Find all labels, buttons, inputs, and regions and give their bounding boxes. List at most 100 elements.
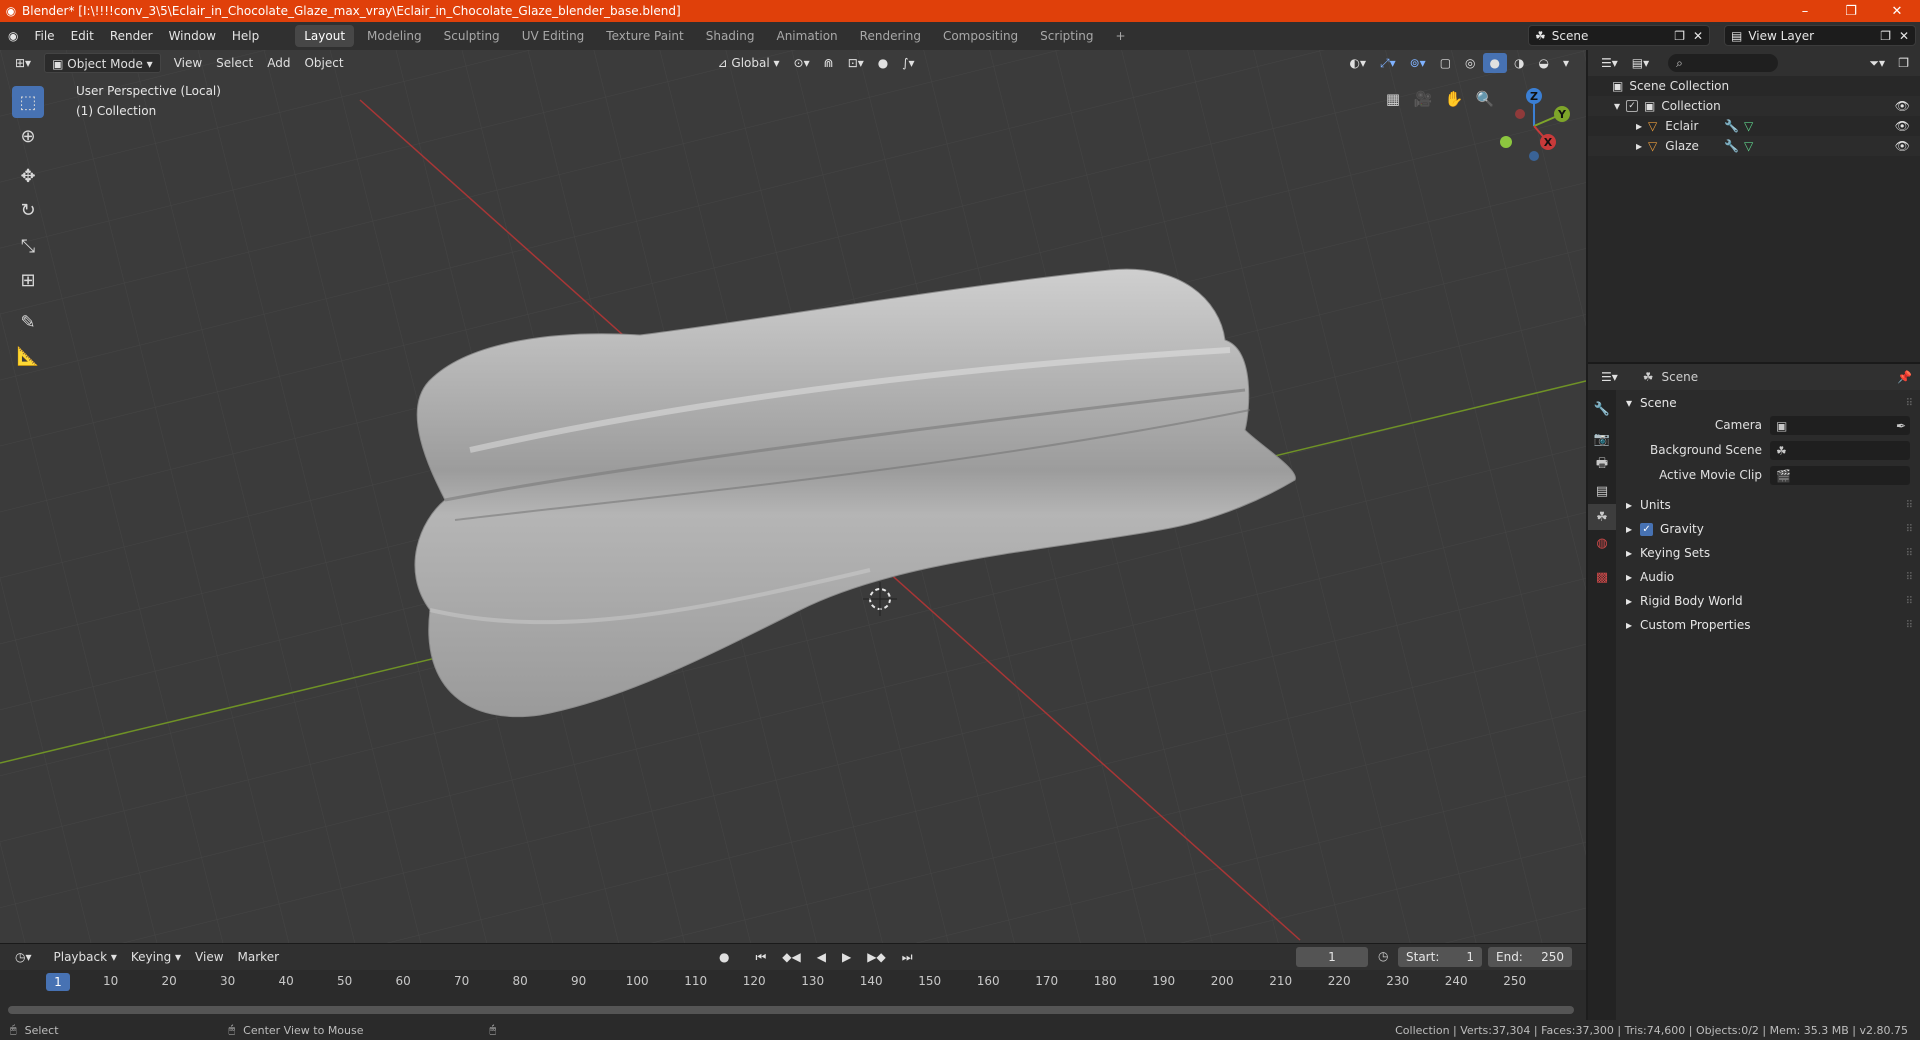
material-shading-icon[interactable]: ◑ [1507, 53, 1531, 73]
filter-icon[interactable]: ⏷▾ [1862, 53, 1892, 73]
glaze-modifier-icon[interactable]: 🔧 [1724, 139, 1739, 153]
blender-menu-icon[interactable]: ◉ [0, 22, 26, 50]
glaze-visibility-icon[interactable]: 👁 [1895, 139, 1910, 153]
display-mode-icon[interactable]: ▤▾ [1625, 53, 1656, 73]
world-tab-icon[interactable]: ◍ [1588, 530, 1616, 556]
3d-viewport[interactable]: ⊞▾ ▣ Object Mode ▾ View Select Add Objec… [0, 50, 1586, 943]
menu-timeline-view[interactable]: View [188, 947, 230, 967]
units-panel-header[interactable]: ▸ Units ⠿ [1616, 494, 1920, 516]
delete-view-layer-icon[interactable]: ✕ [1899, 29, 1909, 43]
background-scene-field[interactable]: ☘ [1770, 441, 1910, 460]
menu-file[interactable]: File [26, 22, 62, 50]
new-view-layer-icon[interactable]: ❐ [1880, 29, 1891, 43]
measure-tool-icon[interactable]: 📐 [12, 340, 44, 372]
outliner-row-scene-collection[interactable]: ▣ Scene Collection [1588, 76, 1920, 96]
transform-tool-icon[interactable]: ⊞ [12, 264, 44, 296]
audio-drag-handle-icon[interactable]: ⠿ [1906, 572, 1914, 583]
scale-tool-icon[interactable]: ⤡ [12, 230, 44, 262]
tool-tab-icon[interactable]: 🔧 [1588, 396, 1616, 422]
timeline-ruler[interactable]: 1 10 20 30 40 50 60 70 80 90 100 110 120 130 140 150 160… [0, 972, 1586, 992]
preview-range-icon[interactable]: ◷ [1378, 949, 1388, 963]
eclair-mesh-icon[interactable]: ▽ [1744, 119, 1753, 133]
menu-object[interactable]: Object [297, 53, 350, 73]
menu-view[interactable]: View [167, 53, 209, 73]
jump-keyframe-forward-icon[interactable]: ▶◆ [860, 947, 892, 967]
menu-window[interactable]: Window [161, 22, 224, 50]
eyedropper-icon[interactable]: ✒ [1896, 419, 1906, 433]
jump-end-icon[interactable]: ⏭ [895, 947, 920, 967]
scene-selector[interactable]: ☘ Scene ❐ ✕ [1528, 25, 1710, 46]
snap-icon[interactable]: ⋒ [817, 53, 841, 73]
tab-shading[interactable]: Shading [697, 25, 764, 47]
record-icon[interactable]: ● [712, 947, 736, 967]
play-reverse-icon[interactable]: ◀ [810, 947, 833, 967]
audio-panel-header[interactable]: ▸ Audio ⠿ [1616, 566, 1920, 588]
menu-select[interactable]: Select [209, 53, 260, 73]
shading-options-icon[interactable]: ▾ [1556, 53, 1576, 73]
outliner-row-collection[interactable]: ▾ ✓ ▣ Collection 👁 [1588, 96, 1920, 116]
tab-layout[interactable]: Layout [295, 25, 355, 47]
new-scene-icon[interactable]: ❐ [1674, 29, 1685, 43]
navigation-gizmo[interactable]: Z Y X [1494, 84, 1574, 164]
keying-sets-drag-handle-icon[interactable]: ⠿ [1906, 548, 1914, 559]
select-box-tool-icon[interactable]: ⬚ [12, 86, 44, 118]
outliner-row-eclair[interactable]: ▸ ▽ Eclair 🔧 ▽ 👁 [1588, 116, 1920, 136]
move-tool-icon[interactable]: ✥ [12, 160, 44, 192]
tab-rendering[interactable]: Rendering [851, 25, 930, 47]
new-collection-icon[interactable]: ❐ [1891, 53, 1916, 73]
eclair-visibility-icon[interactable]: 👁 [1895, 119, 1910, 133]
add-workspace-button[interactable]: + [1107, 25, 1135, 47]
pan-view-icon[interactable]: ✋ [1441, 86, 1467, 112]
collection-checkbox[interactable]: ✓ [1626, 100, 1639, 112]
custom-properties-drag-handle-icon[interactable]: ⠿ [1906, 620, 1914, 631]
falloff-icon[interactable]: ∫▾ [895, 53, 921, 73]
start-frame-field[interactable]: Start: 1 [1398, 947, 1482, 967]
timeline-scrollbar[interactable] [8, 1006, 1574, 1014]
active-movie-clip-field[interactable]: 🎬 [1770, 466, 1910, 485]
timeline-editor-type-icon[interactable]: ◷▾ [8, 947, 39, 967]
menu-edit[interactable]: Edit [63, 22, 102, 50]
gravity-panel-header[interactable]: ▸ ✓ Gravity ⠿ [1616, 518, 1920, 540]
current-frame-indicator[interactable]: 1 [46, 973, 70, 991]
close-button[interactable]: ✕ [1874, 4, 1920, 19]
pivot-icon[interactable]: ⊙▾ [787, 53, 817, 73]
gravity-checkbox[interactable]: ✓ [1640, 522, 1654, 536]
viewport-scene[interactable] [0, 50, 1586, 943]
scene-tab-icon[interactable]: ☘ [1588, 504, 1616, 530]
minimize-button[interactable]: – [1782, 4, 1828, 19]
output-tab-icon[interactable]: 🖶 [1588, 452, 1616, 478]
solid-shading-icon[interactable]: ● [1482, 53, 1507, 73]
visibility-icon[interactable]: ◐▾ [1342, 53, 1373, 73]
view-layer-selector[interactable]: ▤ View Layer ❐ ✕ [1724, 25, 1916, 46]
wireframe-shading-icon[interactable]: ◎ [1458, 53, 1482, 73]
eclair-expand-icon[interactable]: ▸ [1636, 119, 1642, 133]
outliner-row-glaze[interactable]: ▸ ▽ Glaze 🔧 ▽ 👁 [1588, 136, 1920, 156]
glaze-mesh-icon[interactable]: ▽ [1744, 139, 1753, 153]
menu-add[interactable]: Add [260, 53, 297, 73]
jump-start-icon[interactable]: ⏮ [748, 947, 773, 967]
rotate-tool-icon[interactable]: ↻ [12, 194, 44, 226]
drag-handle-icon[interactable]: ⠿ [1906, 398, 1914, 409]
expand-arrow-icon[interactable]: ▾ [1614, 99, 1620, 113]
rendered-shading-icon[interactable]: ◒ [1531, 53, 1555, 73]
keying-sets-panel-header[interactable]: ▸ Keying Sets ⠿ [1616, 542, 1920, 564]
tab-animation[interactable]: Animation [767, 25, 846, 47]
menu-render[interactable]: Render [102, 22, 161, 50]
menu-marker[interactable]: Marker [231, 947, 286, 967]
editor-type-icon[interactable]: ⊞▾ [8, 53, 38, 73]
proportional-edit-icon[interactable]: ● [871, 53, 895, 73]
maximize-button[interactable]: ❐ [1828, 4, 1874, 19]
current-frame-field[interactable]: 1 [1296, 947, 1368, 967]
delete-scene-icon[interactable]: ✕ [1693, 29, 1703, 43]
tab-scripting[interactable]: Scripting [1031, 25, 1102, 47]
camera-view-icon[interactable]: 🎥 [1410, 86, 1436, 112]
properties-editor[interactable]: ☰▾ ☘ Scene 📌 🔧 📷 🖶 ▤ ☘ ◍ ▩ ▾ Scene ⠿ Cam… [1588, 362, 1920, 1022]
rigid-body-world-panel-header[interactable]: ▸ Rigid Body World ⠿ [1616, 590, 1920, 612]
tab-sculpting[interactable]: Sculpting [435, 25, 509, 47]
snap-target-icon[interactable]: ⊡▾ [841, 53, 871, 73]
menu-playback[interactable]: Playback ▾ [47, 947, 124, 967]
toggle-grid-view-icon[interactable]: ▦ [1380, 86, 1406, 112]
timeline-editor[interactable]: ◷▾ Playback ▾ Keying ▾ View Marker ● ⏮ ◆… [0, 943, 1586, 1023]
gravity-drag-handle-icon[interactable]: ⠿ [1906, 524, 1914, 535]
xray-toggle-icon[interactable]: ▢ [1433, 53, 1458, 73]
